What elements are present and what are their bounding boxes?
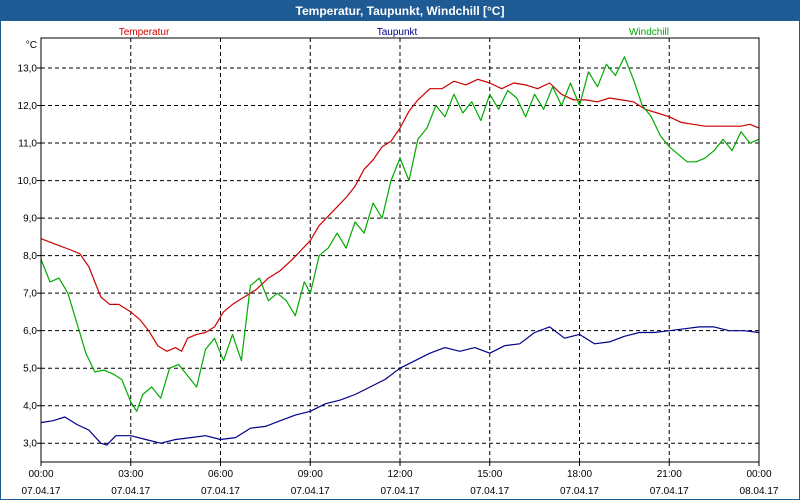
x-tick-date: 07.04.17 [291,486,330,497]
x-tick-date: 07.04.17 [650,486,689,497]
x-tick-time: 18:00 [567,469,592,480]
y-tick-label: 4,0 [23,401,37,412]
window-title: Temperatur, Taupunkt, Windchill [°C] [1,1,799,21]
legend-taupunkt: Taupunkt [377,27,418,38]
x-tick-time: 21:00 [657,469,682,480]
x-tick-date: 07.04.17 [560,486,599,497]
x-tick-date: 08.04.17 [740,486,779,497]
y-tick-label: 12,0 [18,101,38,112]
y-tick-label: 6,0 [23,326,37,337]
chart-window: Temperatur, Taupunkt, Windchill [°C] 3,0… [0,0,800,500]
labels: 3,0 4,0 5,0 6,0 7,0 8,0 9,0 10,0 11,0 12,0 13,0 00:… [18,27,779,497]
x-tick-time: 09:00 [298,469,323,480]
axes [37,37,760,466]
series-line-taupunkt [40,326,760,446]
x-tick-date: 07.04.17 [470,486,509,497]
legend-temperatur: Temperatur [119,27,170,38]
line-chart: 3,0 4,0 5,0 6,0 7,0 8,0 9,0 10,0 11,0 12,0 13,0 00:… [18,27,779,497]
y-tick-label: 8,0 [23,251,37,262]
grid [41,38,759,462]
y-tick-label: 9,0 [23,214,37,225]
x-tick-time: 03:00 [118,469,143,480]
x-tick-date: 07.04.17 [111,486,150,497]
x-tick-time: 00:00 [746,469,771,480]
legend-windchill: Windchill [629,27,669,38]
y-tick-label: 13,0 [18,64,38,75]
x-tick-time: 06:00 [208,469,233,480]
x-tick-date: 07.04.17 [201,486,240,497]
x-tick-date: 07.04.17 [22,486,61,497]
x-tick-time: 12:00 [387,469,412,480]
y-tick-label: 5,0 [23,364,37,375]
x-tick-time: 00:00 [28,469,53,480]
y-tick-label: 3,0 [23,439,37,450]
y-unit-label: °C [26,40,37,51]
x-tick-time: 15:00 [477,469,502,480]
y-tick-label: 7,0 [23,289,37,300]
x-tick-date: 07.04.17 [381,486,420,497]
y-tick-label: 10,0 [18,176,38,187]
y-tick-label: 11,0 [18,139,37,150]
